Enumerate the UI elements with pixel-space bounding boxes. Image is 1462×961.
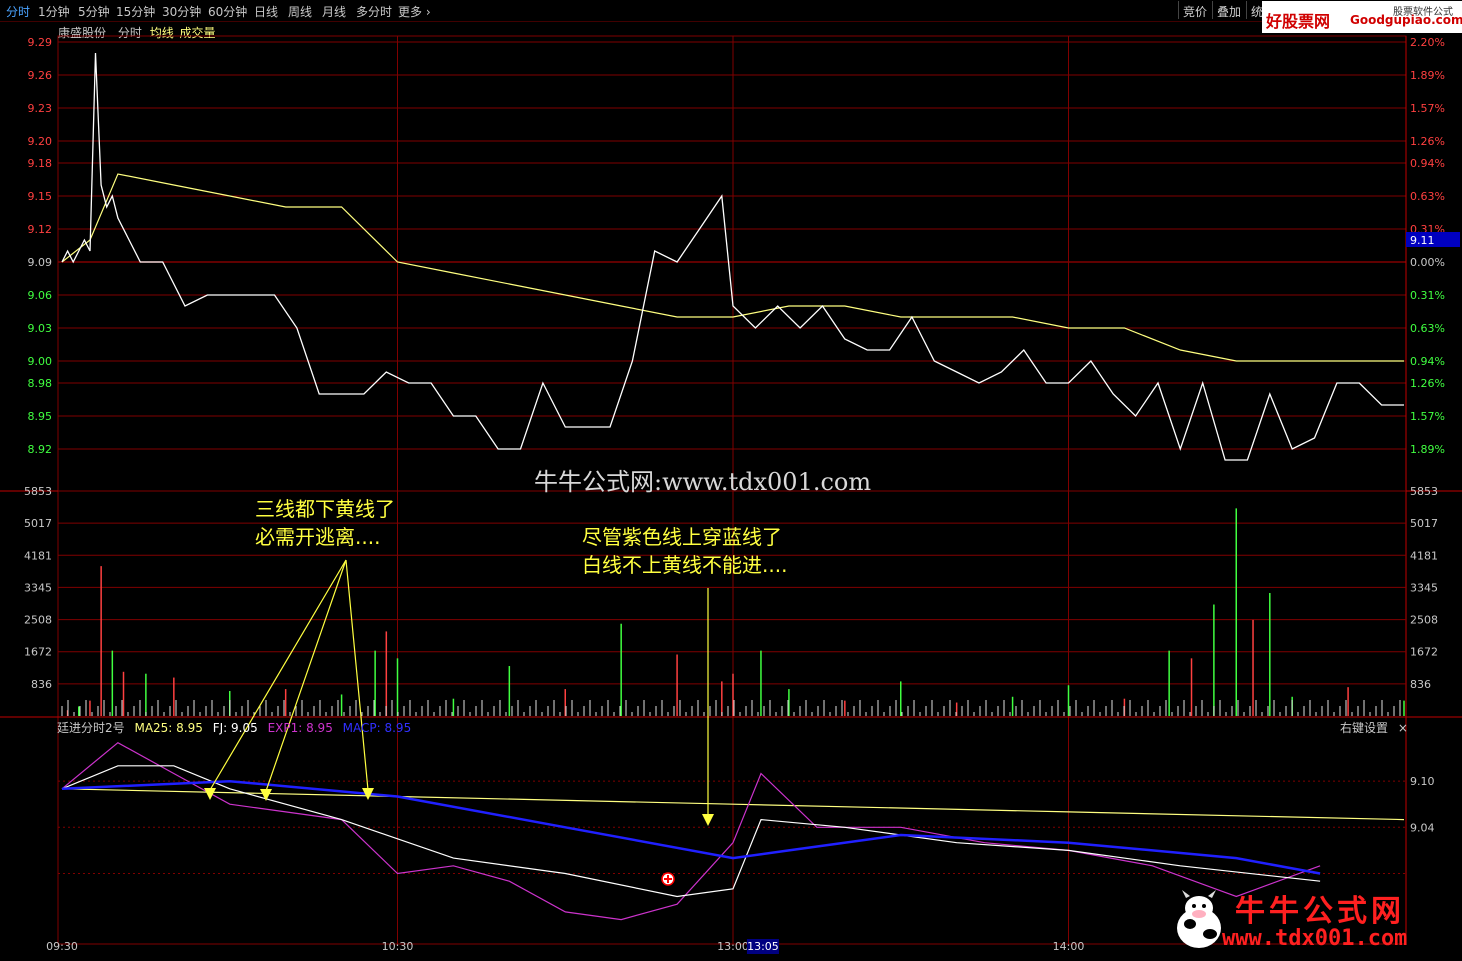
indicator-tick-label: 9.10 <box>1410 775 1435 788</box>
indicator-line-fj <box>61 765 1321 898</box>
price-tick-label: 9.15 <box>28 190 53 203</box>
volume-tick-label: 836 <box>31 678 52 691</box>
volume-tick-label-right: 2508 <box>1410 614 1438 627</box>
pct-tick-label: 2.20% <box>1410 36 1445 49</box>
pct-tick-label: 0.94% <box>1410 355 1445 368</box>
macp-value: MACP: 8.95 <box>342 721 412 735</box>
price-tick-label: 9.23 <box>28 102 53 115</box>
pct-tick-label: 1.57% <box>1410 410 1445 423</box>
annotation-sell: 三线都下黄线了 必需开逃离.... <box>255 495 395 551</box>
volume-tick-label-right: 1672 <box>1410 646 1438 659</box>
annotation-arrow-head <box>702 814 714 826</box>
pct-tick-label: 1.89% <box>1410 69 1445 82</box>
center-watermark: 牛牛公式网:www.tdx001.com <box>534 468 872 496</box>
volume-tick-label-right: 5017 <box>1410 517 1438 530</box>
pct-tick-label: 0.00% <box>1410 256 1445 269</box>
annotation-arrow-head <box>260 789 272 801</box>
pct-tick-label: 1.89% <box>1410 443 1445 456</box>
price-tick-label: 9.06 <box>28 289 53 302</box>
annotation-wait: 尽管紫色线上穿蓝线了 白线不上黄线不能进.... <box>582 523 787 579</box>
corner-watermark: 牛牛公式网 www.tdx001.com <box>1160 882 1462 961</box>
pct-tick-label: 0.63% <box>1410 190 1445 203</box>
time-tick-label: 10:30 <box>382 940 414 953</box>
exp1-value: EXP1: 8.95 <box>267 721 333 735</box>
price-tick-label: 9.12 <box>28 223 53 236</box>
pct-tick-label: 0.31% <box>1410 289 1445 302</box>
volume-tick-label-right: 3345 <box>1410 581 1438 594</box>
annotation-wait-line1: 尽管紫色线上穿蓝线了 <box>582 525 782 549</box>
volume-tick-label: 2508 <box>24 614 52 627</box>
price-tick-label: 9.18 <box>28 157 53 170</box>
volume-tick-label: 5017 <box>24 517 52 530</box>
pct-tick-label: 1.57% <box>1410 102 1445 115</box>
ma25-value: MA25: 8.95 <box>134 721 203 735</box>
pct-tick-label: 1.26% <box>1410 135 1445 148</box>
volume-tick-label-right: 5853 <box>1410 485 1438 498</box>
indicator-settings[interactable]: 右键设置 × <box>1340 719 1408 736</box>
indicator-legend: 廷进分时2号 MA25: 8.95 FJ: 9.05 EXP1: 8.95 MA… <box>57 719 411 736</box>
volume-tick-label-right: 4181 <box>1410 549 1438 562</box>
volume-tick-label: 1672 <box>24 646 52 659</box>
volume-tick-label-right: 836 <box>1410 678 1431 691</box>
price-tick-label: 8.95 <box>28 410 53 423</box>
price-tick-label: 9.20 <box>28 135 53 148</box>
buy-marker-icon <box>661 872 675 886</box>
pct-tick-label: 1.26% <box>1410 377 1445 390</box>
corner-watermark-title: 牛牛公式网 <box>1235 894 1405 929</box>
price-tick-label: 9.29 <box>28 36 53 49</box>
close-icon[interactable]: × <box>1398 721 1408 735</box>
annotation-wait-line2: 白线不上黄线不能进.... <box>582 553 788 577</box>
time-tick-label: 13:00 <box>717 940 749 953</box>
volume-tick-label: 3345 <box>24 581 52 594</box>
pct-tick-label: 0.94% <box>1410 157 1445 170</box>
time-tick-label: 09:30 <box>46 940 78 953</box>
fj-value: FJ: 9.05 <box>212 721 258 735</box>
cursor-time-label: 13:05 <box>747 940 779 953</box>
indicator-line-exp1 <box>61 741 1321 921</box>
price-tick-label: 8.92 <box>28 443 53 456</box>
price-tick-label: 9.00 <box>28 355 53 368</box>
volume-tick-label: 4181 <box>24 549 52 562</box>
price-tick-label: 8.98 <box>28 377 53 390</box>
corner-watermark-url: www.tdx001.com <box>1222 926 1408 951</box>
annotation-sell-line2: 必需开逃离.... <box>255 525 381 549</box>
annotation-sell-line1: 三线都下黄线了 <box>255 497 395 521</box>
annotation-arrow-line <box>345 559 369 791</box>
volume-tick-label: 5853 <box>24 485 52 498</box>
price-tick-label: 9.26 <box>28 69 53 82</box>
price-tick-label: 9.09 <box>28 256 53 269</box>
settings-label[interactable]: 右键设置 <box>1340 721 1388 735</box>
price-tick-label: 9.03 <box>28 322 53 335</box>
indicator-tick-label: 9.04 <box>1410 821 1435 834</box>
time-tick-label: 14:00 <box>1053 940 1085 953</box>
indicator-name: 廷进分时2号 <box>57 721 125 735</box>
current-price-label: 9.11 <box>1410 234 1435 247</box>
annotation-arrow-head <box>204 788 216 800</box>
pct-tick-label: 0.63% <box>1410 322 1445 335</box>
